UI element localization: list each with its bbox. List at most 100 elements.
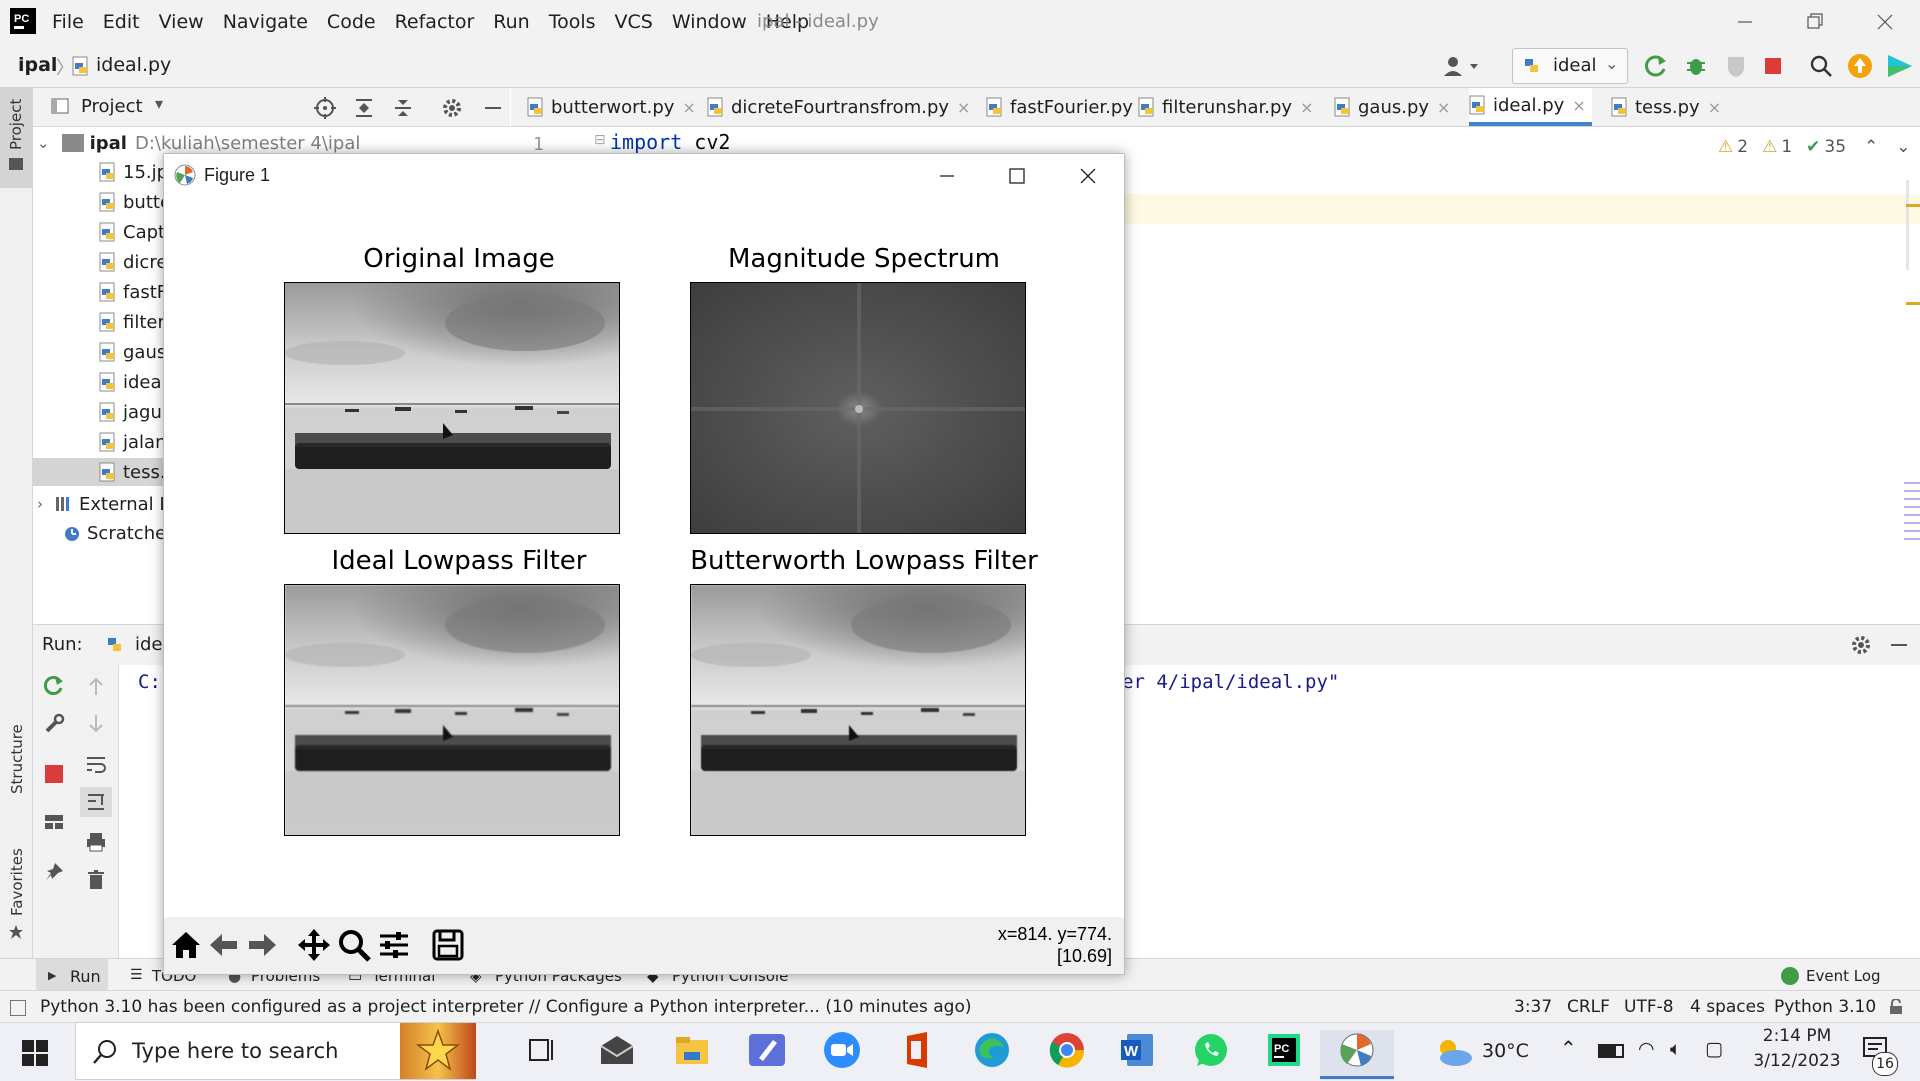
breadcrumb-project[interactable]: ipal — [18, 54, 57, 76]
search-icon[interactable] — [1808, 53, 1834, 79]
file-explorer-icon[interactable] — [672, 1030, 712, 1070]
stop-icon[interactable] — [1763, 56, 1783, 76]
chevron-up-icon[interactable]: ⌃ — [1560, 1036, 1577, 1060]
tree-file[interactable]: 15.jp — [99, 158, 168, 186]
layout-icon[interactable] — [43, 811, 65, 833]
tree-file[interactable]: butte — [99, 188, 171, 216]
menu-window[interactable]: Window — [672, 11, 747, 33]
menu-file[interactable]: File — [52, 11, 84, 33]
arrow-up-icon[interactable] — [85, 675, 107, 697]
battery-icon[interactable] — [1598, 1044, 1624, 1058]
figure-window[interactable]: Figure 1 Original Image Magnitude Spectr… — [163, 153, 1125, 975]
arrow-down-icon[interactable] — [85, 713, 107, 735]
home-icon[interactable] — [168, 927, 204, 963]
coverage-icon[interactable] — [1723, 53, 1749, 79]
caret-position[interactable]: 3:37 — [1514, 997, 1552, 1017]
chevron-down-icon[interactable]: ⌄ — [1896, 137, 1910, 157]
panel-toggle-icon[interactable] — [10, 1000, 26, 1016]
forward-icon[interactable] — [244, 927, 280, 963]
office-app-icon[interactable] — [897, 1030, 937, 1070]
editor-tab[interactable]: gaus.py × — [1334, 88, 1456, 126]
editor-tab[interactable]: butterwort.py × — [527, 88, 702, 126]
lock-icon[interactable] — [1888, 999, 1904, 1015]
back-icon[interactable] — [206, 927, 242, 963]
trash-icon[interactable] — [85, 869, 107, 891]
meet-icon[interactable]: ▢ — [1705, 1038, 1723, 1060]
tree-file[interactable]: gaus. — [99, 338, 172, 366]
figure-minimize-button[interactable] — [932, 162, 962, 190]
edge-browser-icon[interactable] — [972, 1030, 1012, 1070]
editor-tab[interactable]: filterunshar.py × — [1138, 88, 1319, 126]
zoom-app-icon[interactable] — [822, 1030, 862, 1070]
configure-icon[interactable] — [376, 927, 412, 963]
zoom-icon[interactable] — [336, 927, 372, 963]
tree-file[interactable]: jagur — [99, 398, 169, 426]
whatsapp-icon[interactable] — [1191, 1030, 1231, 1070]
tree-file[interactable]: fastF — [99, 278, 167, 306]
favorites-tool-label[interactable]: Favorites — [8, 848, 26, 916]
pycharm-app-icon[interactable]: PC — [1264, 1030, 1304, 1070]
taskbar-search[interactable]: Type here to search — [75, 1022, 476, 1080]
weather-temperature[interactable]: 30°C — [1482, 1040, 1529, 1062]
status-message[interactable]: Python 3.10 has been configured as a pro… — [40, 997, 971, 1017]
soft-wrap-icon[interactable] — [85, 753, 107, 775]
run-configuration-select[interactable]: ideal ⌄ — [1512, 48, 1628, 84]
indent-setting[interactable]: 4 spaces — [1690, 997, 1765, 1017]
figure-close-button[interactable] — [1073, 162, 1103, 190]
fold-icon[interactable]: ⊟ — [594, 132, 606, 148]
mail-app-icon[interactable] — [597, 1030, 637, 1070]
external-libraries[interactable]: › External L — [37, 490, 169, 518]
scroll-to-end-button[interactable] — [80, 787, 112, 817]
clock[interactable]: 2:14 PM 3/12/2023 — [1740, 1024, 1854, 1078]
file-encoding[interactable]: UTF-8 — [1624, 997, 1674, 1017]
editor-tab[interactable]: tess.py × — [1611, 88, 1727, 126]
close-tab-icon[interactable]: × — [1708, 98, 1721, 117]
wrench-icon[interactable] — [43, 713, 65, 735]
close-tab-icon[interactable]: × — [1572, 96, 1585, 115]
tree-file[interactable]: jalan. — [99, 428, 172, 456]
menu-tools[interactable]: Tools — [549, 11, 596, 33]
locate-icon[interactable] — [314, 97, 336, 119]
hide-panel-icon[interactable] — [1888, 634, 1910, 656]
tool-tab-run[interactable]: Run — [70, 967, 101, 986]
volume-icon[interactable]: 🔈︎ — [1670, 1038, 1681, 1060]
scratches[interactable]: Scratches — [63, 519, 176, 547]
minimize-button[interactable] — [1730, 8, 1760, 36]
rerun-icon[interactable] — [1643, 53, 1669, 79]
menu-code[interactable]: Code — [327, 11, 376, 33]
debug-icon[interactable] — [1683, 53, 1709, 79]
ideal-lowpass-image[interactable] — [284, 584, 620, 836]
butterworth-lowpass-image[interactable] — [690, 584, 1026, 836]
chevron-up-icon[interactable]: ⌃ — [1864, 137, 1878, 157]
update-icon[interactable] — [1847, 53, 1873, 79]
inspection-widget[interactable]: ⚠ 2 ⚠ 1 ✔ 35 ⌃ ⌄ — [1718, 137, 1911, 157]
close-tab-icon[interactable]: × — [1437, 98, 1450, 117]
close-tab-icon[interactable]: × — [1300, 98, 1313, 117]
wifi-icon[interactable]: ◠ — [1638, 1038, 1655, 1060]
windows-start-icon[interactable] — [22, 1040, 48, 1066]
print-icon[interactable] — [85, 831, 107, 853]
menu-vcs[interactable]: VCS — [615, 11, 653, 33]
event-log-tab[interactable]: Event Log — [1806, 967, 1881, 985]
collapse-all-icon[interactable] — [392, 97, 414, 119]
figure-maximize-button[interactable] — [1002, 162, 1032, 190]
expand-all-icon[interactable] — [353, 97, 375, 119]
editor-tab[interactable]: ideal.py × — [1469, 88, 1592, 126]
editor-tab[interactable]: fastFourier.py× — [986, 88, 1160, 126]
stop-icon[interactable] — [45, 765, 63, 783]
tree-file[interactable]: ideal. — [99, 368, 172, 396]
pan-icon[interactable] — [296, 927, 332, 963]
structure-tool-label[interactable]: Structure — [8, 724, 26, 794]
user-icon[interactable] — [1442, 54, 1482, 78]
tree-file[interactable]: dicre — [99, 248, 167, 276]
restore-button[interactable] — [1800, 8, 1830, 36]
matplotlib-app-icon[interactable] — [1337, 1030, 1377, 1070]
hide-panel-icon[interactable] — [482, 97, 504, 119]
menu-view[interactable]: View — [159, 11, 204, 33]
magnitude-spectrum-image[interactable] — [690, 282, 1026, 534]
gear-icon[interactable] — [1850, 634, 1872, 656]
weather-icon[interactable] — [1434, 1036, 1474, 1068]
menu-edit[interactable]: Edit — [103, 11, 140, 33]
menu-navigate[interactable]: Navigate — [223, 11, 308, 33]
chevron-down-icon[interactable]: ▾ — [155, 94, 163, 113]
